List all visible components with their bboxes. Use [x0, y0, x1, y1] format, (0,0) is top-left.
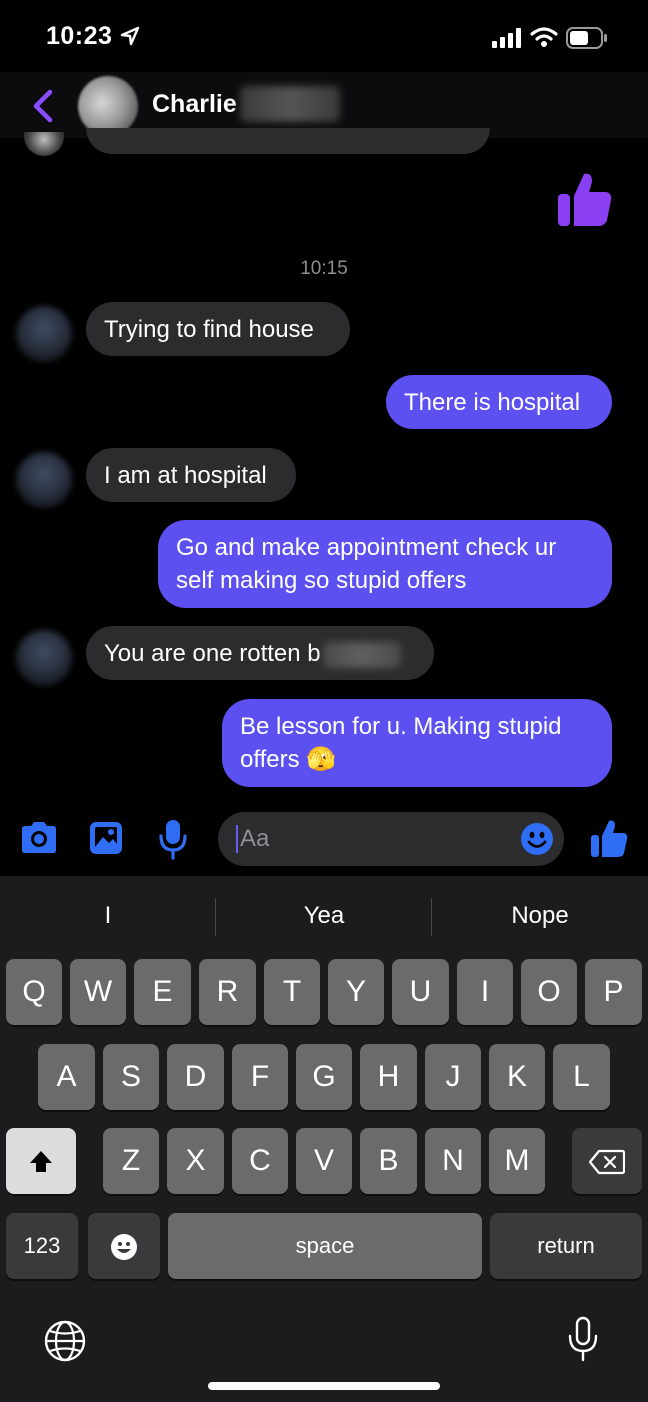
battery-icon	[566, 27, 608, 54]
location-arrow-icon	[120, 26, 140, 51]
home-indicator[interactable]	[208, 1382, 440, 1390]
emoji-smiley-icon	[111, 1234, 137, 1261]
sent-message-bubble[interactable]: There is hospital	[386, 375, 612, 429]
received-message-bubble[interactable]: You are one rotten b	[86, 626, 434, 680]
message-text: Trying to find house	[104, 316, 314, 343]
suggestion-item[interactable]: Nope	[432, 902, 648, 930]
key-b[interactable]: B	[360, 1128, 417, 1194]
emoji-key[interactable]	[88, 1213, 160, 1279]
contact-avatar-small	[24, 132, 64, 156]
key-z[interactable]: Z	[103, 1128, 159, 1194]
numbers-key[interactable]: 123	[6, 1213, 78, 1279]
key-c[interactable]: C	[232, 1128, 288, 1194]
message-timestamp: 10:15	[300, 258, 348, 279]
contact-avatar-small	[16, 306, 72, 362]
message-input-placeholder: Aa	[240, 825, 270, 852]
sent-message-bubble[interactable]: Be lesson for u. Making stupid offers 🫣	[222, 699, 612, 787]
cellular-signal-icon	[492, 28, 522, 53]
key-g[interactable]: G	[296, 1044, 352, 1110]
return-key[interactable]: return	[490, 1213, 642, 1279]
key-p[interactable]: P	[585, 959, 642, 1025]
key-l[interactable]: L	[553, 1044, 610, 1110]
message-text: Go and make appointment check ur self ma…	[176, 534, 557, 594]
sent-thumbs-up-icon	[556, 170, 612, 233]
suggestion-item[interactable]: Yea	[216, 902, 432, 930]
globe-icon[interactable]	[44, 1320, 86, 1367]
message-text: There is hospital	[404, 389, 581, 416]
space-key[interactable]: space	[168, 1213, 482, 1279]
key-f[interactable]: F	[232, 1044, 288, 1110]
message-text: You are one rotten b	[104, 640, 321, 667]
message-input[interactable]: Aa	[218, 812, 564, 866]
received-message-bubble[interactable]: Trying to find house	[86, 302, 350, 356]
key-r[interactable]: R	[199, 959, 256, 1025]
wifi-icon	[530, 26, 558, 53]
key-s[interactable]: S	[103, 1044, 159, 1110]
redacted-word	[322, 641, 401, 668]
key-u[interactable]: U	[392, 959, 449, 1025]
contact-name[interactable]: Charlie	[152, 90, 237, 119]
shift-arrow-icon	[30, 1151, 52, 1173]
suggestion-item[interactable]: I	[0, 902, 216, 930]
message-composer: Aa	[0, 806, 648, 876]
status-bar: 10:23	[0, 0, 648, 72]
keyboard: I Yea Nope Q W E R T Y U I O P A S D F G…	[0, 876, 648, 1402]
text-caret	[236, 825, 238, 853]
contact-avatar[interactable]	[78, 76, 138, 136]
camera-icon[interactable]	[18, 820, 60, 861]
key-k[interactable]: K	[489, 1044, 545, 1110]
contact-avatar-small	[16, 630, 72, 686]
key-n[interactable]: N	[425, 1128, 481, 1194]
key-x[interactable]: X	[167, 1128, 224, 1194]
key-d[interactable]: D	[167, 1044, 224, 1110]
key-v[interactable]: V	[296, 1128, 352, 1194]
sent-message-bubble[interactable]: Go and make appointment check ur self ma…	[158, 520, 612, 608]
back-chevron-icon[interactable]	[28, 86, 58, 126]
key-i[interactable]: I	[457, 959, 513, 1025]
key-o[interactable]: O	[521, 959, 577, 1025]
key-q[interactable]: Q	[6, 959, 62, 1025]
contact-avatar-small	[16, 452, 72, 508]
emoji-picker-icon[interactable]	[520, 822, 554, 861]
received-message-bubble-partial	[86, 128, 490, 154]
redacted-surname	[240, 86, 340, 122]
predictive-suggestions-bar: I Yea Nope	[0, 876, 648, 956]
key-j[interactable]: J	[425, 1044, 481, 1110]
message-text: I am at hospital	[104, 462, 267, 489]
key-a[interactable]: A	[38, 1044, 95, 1110]
microphone-icon[interactable]	[158, 818, 188, 865]
shift-key[interactable]	[6, 1128, 76, 1194]
backspace-icon	[588, 1149, 626, 1175]
peeking-face-emoji: 🫣	[306, 746, 337, 773]
key-m[interactable]: M	[489, 1128, 545, 1194]
key-w[interactable]: W	[70, 959, 126, 1025]
message-text: Be lesson for u. Making stupid offers	[240, 713, 562, 773]
delete-key[interactable]	[572, 1128, 642, 1194]
key-e[interactable]: E	[134, 959, 191, 1025]
key-h[interactable]: H	[360, 1044, 417, 1110]
status-time: 10:23	[46, 22, 113, 50]
thumbs-up-icon[interactable]	[590, 818, 628, 863]
photo-gallery-icon[interactable]	[88, 820, 124, 861]
key-t[interactable]: T	[264, 959, 320, 1025]
dictation-microphone-icon[interactable]	[566, 1316, 600, 1367]
received-message-bubble[interactable]: I am at hospital	[86, 448, 296, 502]
key-y[interactable]: Y	[328, 959, 384, 1025]
